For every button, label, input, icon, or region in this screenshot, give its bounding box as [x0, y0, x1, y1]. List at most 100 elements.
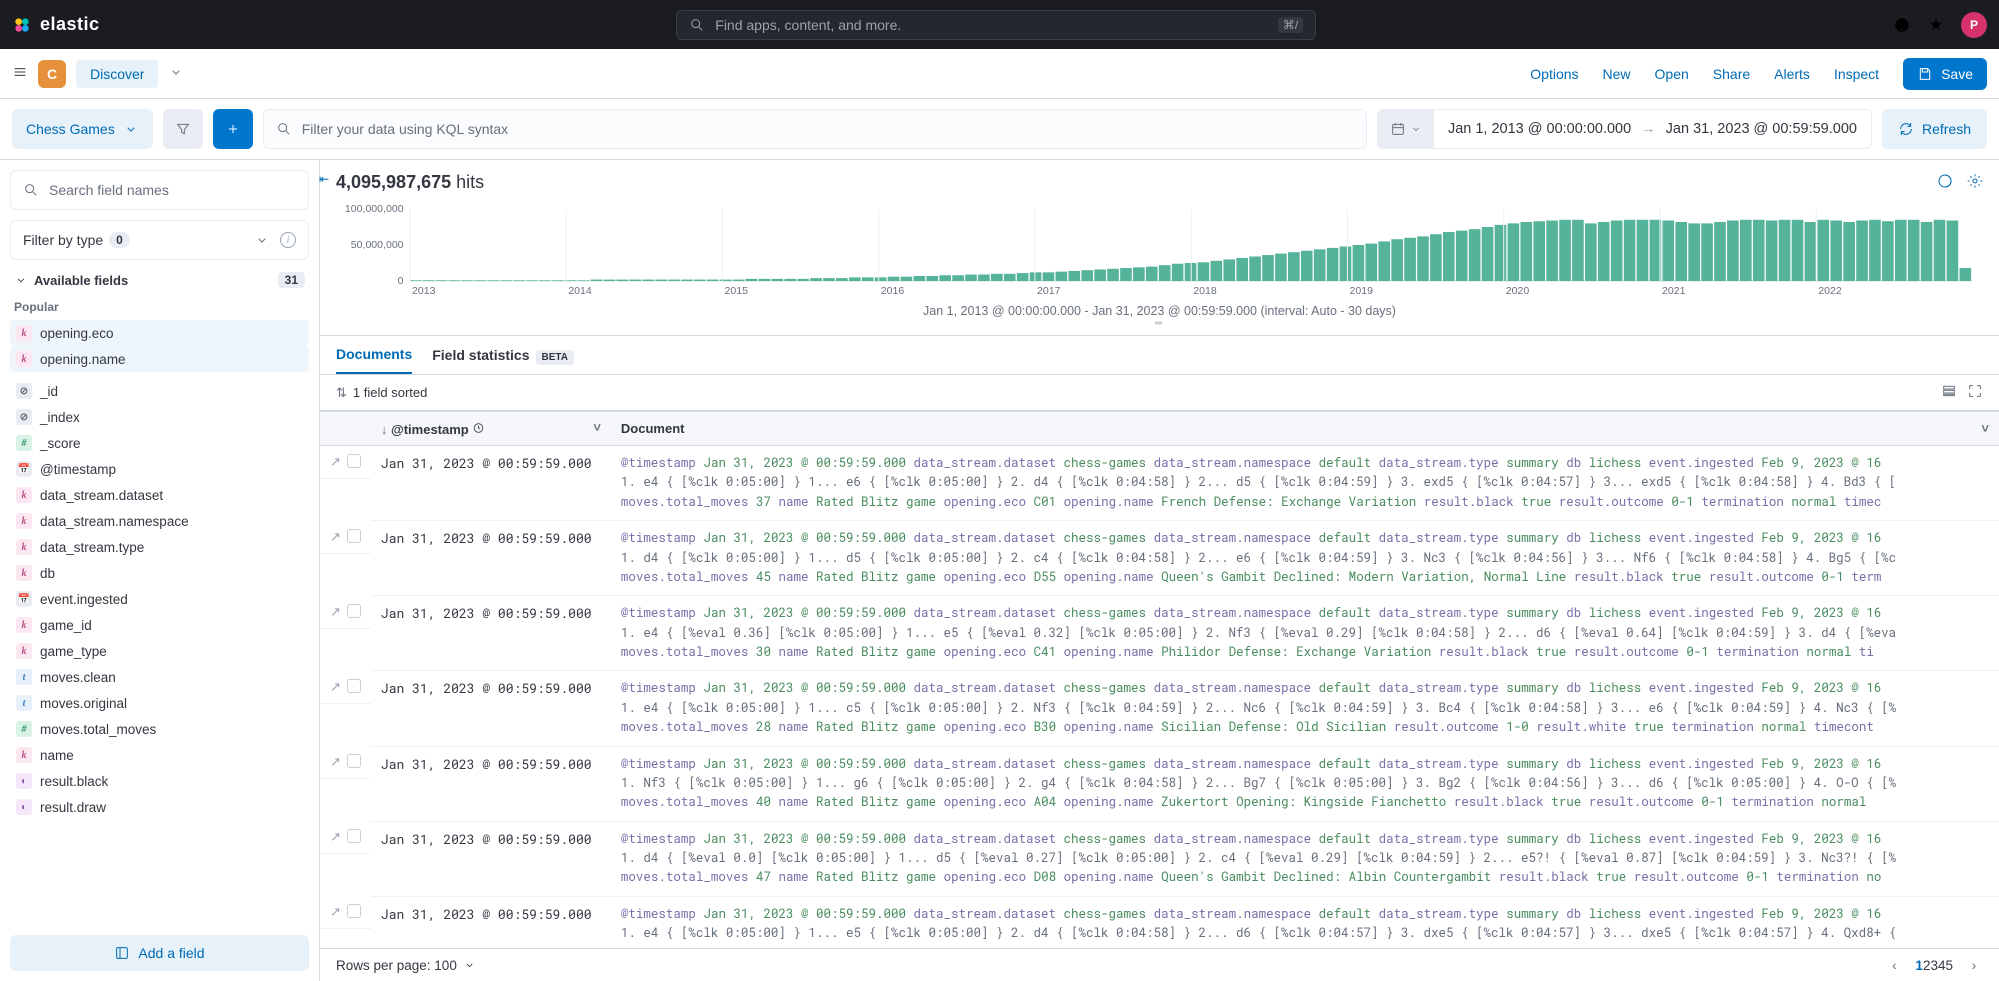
info-icon[interactable]: i: [280, 232, 296, 248]
row-checkbox[interactable]: [347, 529, 361, 543]
field-item[interactable]: kname: [10, 742, 309, 768]
expand-row-icon[interactable]: ↗: [330, 904, 341, 920]
chart-edit-icon[interactable]: [1937, 173, 1953, 192]
row-checkbox[interactable]: [347, 829, 361, 843]
available-fields-header[interactable]: Available fields 31: [10, 260, 309, 294]
next-page[interactable]: ›: [1965, 958, 1983, 973]
alerts-link[interactable]: Alerts: [1774, 66, 1810, 82]
field-item[interactable]: kopening.eco: [10, 320, 309, 346]
refresh-button[interactable]: Refresh: [1882, 109, 1987, 149]
row-checkbox[interactable]: [347, 679, 361, 693]
page-number[interactable]: 1: [1915, 958, 1923, 973]
field-item[interactable]: ⊘_index: [10, 404, 309, 430]
date-to[interactable]: Jan 31, 2023 @ 00:59:59.000: [1666, 121, 1857, 137]
svg-text:100,000,000: 100,000,000: [345, 205, 404, 215]
document-cell[interactable]: @timestamp Jan 31, 2023 @ 00:59:59.000 d…: [611, 821, 1999, 896]
document-cell[interactable]: @timestamp Jan 31, 2023 @ 00:59:59.000 d…: [611, 596, 1999, 671]
sidebar-collapse-handle[interactable]: ⇤: [319, 172, 329, 186]
global-search-input[interactable]: Find apps, content, and more. ⌘/: [676, 10, 1316, 40]
document-cell[interactable]: @timestamp Jan 31, 2023 @ 00:59:59.000 d…: [611, 671, 1999, 746]
tab-documents[interactable]: Documents: [336, 336, 412, 374]
app-name-pill[interactable]: Discover: [76, 60, 158, 88]
kql-query-input[interactable]: Filter your data using KQL syntax: [263, 109, 1367, 149]
field-type-icon: k: [16, 539, 32, 555]
filter-button[interactable]: [163, 109, 203, 149]
fullscreen-toggle[interactable]: [1967, 383, 1983, 402]
nav-toggle-button[interactable]: [12, 64, 28, 83]
add-field-button[interactable]: Add a field: [10, 935, 309, 971]
row-checkbox[interactable]: [347, 454, 361, 468]
row-checkbox[interactable]: [347, 904, 361, 918]
expand-row-icon[interactable]: ↗: [330, 454, 341, 470]
document-cell[interactable]: @timestamp Jan 31, 2023 @ 00:59:59.000 d…: [611, 446, 1999, 521]
density-toggle[interactable]: [1941, 383, 1957, 402]
field-item[interactable]: ◐result.black: [10, 768, 309, 794]
field-item[interactable]: kgame_id: [10, 612, 309, 638]
options-link[interactable]: Options: [1530, 66, 1578, 82]
field-type-icon: k: [16, 351, 32, 367]
field-item[interactable]: 📅@timestamp: [10, 456, 309, 482]
document-cell[interactable]: @timestamp Jan 31, 2023 @ 00:59:59.000 d…: [611, 896, 1999, 948]
chart-settings-icon[interactable]: [1967, 173, 1983, 192]
field-item[interactable]: ⊘_id: [10, 378, 309, 404]
timestamp-column-header[interactable]: ↓ @timestamp ˅: [371, 412, 611, 446]
help-icon[interactable]: [1893, 16, 1911, 34]
share-link[interactable]: Share: [1713, 66, 1750, 82]
field-item[interactable]: 📅event.ingested: [10, 586, 309, 612]
breadcrumb-chevron[interactable]: [168, 64, 184, 83]
date-quick-select[interactable]: [1378, 110, 1434, 148]
prev-page[interactable]: ‹: [1885, 958, 1903, 973]
field-name: _index: [40, 410, 80, 425]
field-item[interactable]: kdata_stream.type: [10, 534, 309, 560]
resize-handle[interactable]: ═: [336, 318, 1983, 331]
documents-table: ↓ @timestamp ˅ Document˅ ↗ Jan 31, 2023 …: [320, 410, 1999, 948]
sort-indicator[interactable]: ⇅1 field sorted: [336, 385, 427, 401]
histogram-chart[interactable]: 050,000,000100,000,000201320142015201620…: [320, 205, 1999, 335]
field-name: data_stream.dataset: [40, 488, 163, 503]
expand-row-icon[interactable]: ↗: [330, 679, 341, 695]
field-item[interactable]: kgame_type: [10, 638, 309, 664]
tab-field-statistics[interactable]: Field statisticsBETA: [432, 337, 574, 373]
field-type-icon: k: [16, 325, 32, 341]
elastic-logo[interactable]: elastic: [12, 14, 100, 35]
open-link[interactable]: Open: [1655, 66, 1689, 82]
field-item[interactable]: kdb: [10, 560, 309, 586]
expand-row-icon[interactable]: ↗: [330, 829, 341, 845]
inspect-link[interactable]: Inspect: [1834, 66, 1879, 82]
clock-icon: [472, 420, 485, 436]
expand-row-icon[interactable]: ↗: [330, 754, 341, 770]
date-from[interactable]: Jan 1, 2013 @ 00:00:00.000: [1448, 121, 1631, 137]
new-link[interactable]: New: [1603, 66, 1631, 82]
field-item[interactable]: ◐result.draw: [10, 794, 309, 820]
svg-text:2019: 2019: [1350, 286, 1374, 295]
field-item[interactable]: #moves.total_moves: [10, 716, 309, 742]
save-button[interactable]: Save: [1903, 58, 1987, 90]
chevron-down-icon: [463, 957, 476, 973]
search-icon: [689, 17, 705, 33]
document-cell[interactable]: @timestamp Jan 31, 2023 @ 00:59:59.000 d…: [611, 746, 1999, 821]
field-item[interactable]: tmoves.original: [10, 690, 309, 716]
newsfeed-icon[interactable]: [1927, 16, 1945, 34]
expand-row-icon[interactable]: ↗: [330, 604, 341, 620]
document-cell[interactable]: @timestamp Jan 31, 2023 @ 00:59:59.000 d…: [611, 521, 1999, 596]
data-view-selector[interactable]: Chess Games: [12, 109, 153, 149]
rows-per-page-select[interactable]: Rows per page: 100: [336, 957, 476, 973]
page-number[interactable]: 3: [1930, 958, 1938, 973]
row-checkbox[interactable]: [347, 604, 361, 618]
arrow-right-icon: →: [1641, 121, 1656, 137]
expand-row-icon[interactable]: ↗: [330, 529, 341, 545]
field-item[interactable]: tmoves.clean: [10, 664, 309, 690]
field-search-input[interactable]: Search field names: [10, 170, 309, 210]
row-checkbox[interactable]: [347, 754, 361, 768]
field-item[interactable]: kdata_stream.dataset: [10, 482, 309, 508]
document-column-header[interactable]: Document˅: [611, 412, 1999, 446]
field-item[interactable]: kdata_stream.namespace: [10, 508, 309, 534]
add-filter-button[interactable]: [213, 109, 253, 149]
user-avatar[interactable]: P: [1961, 12, 1987, 38]
space-selector[interactable]: C: [38, 60, 66, 88]
field-item[interactable]: kopening.name: [10, 346, 309, 372]
field-item[interactable]: #_score: [10, 430, 309, 456]
date-picker[interactable]: Jan 1, 2013 @ 00:00:00.000 → Jan 31, 202…: [1377, 109, 1872, 149]
page-number[interactable]: 5: [1945, 958, 1953, 973]
filter-by-type-select[interactable]: Filter by type0 i: [10, 220, 309, 260]
